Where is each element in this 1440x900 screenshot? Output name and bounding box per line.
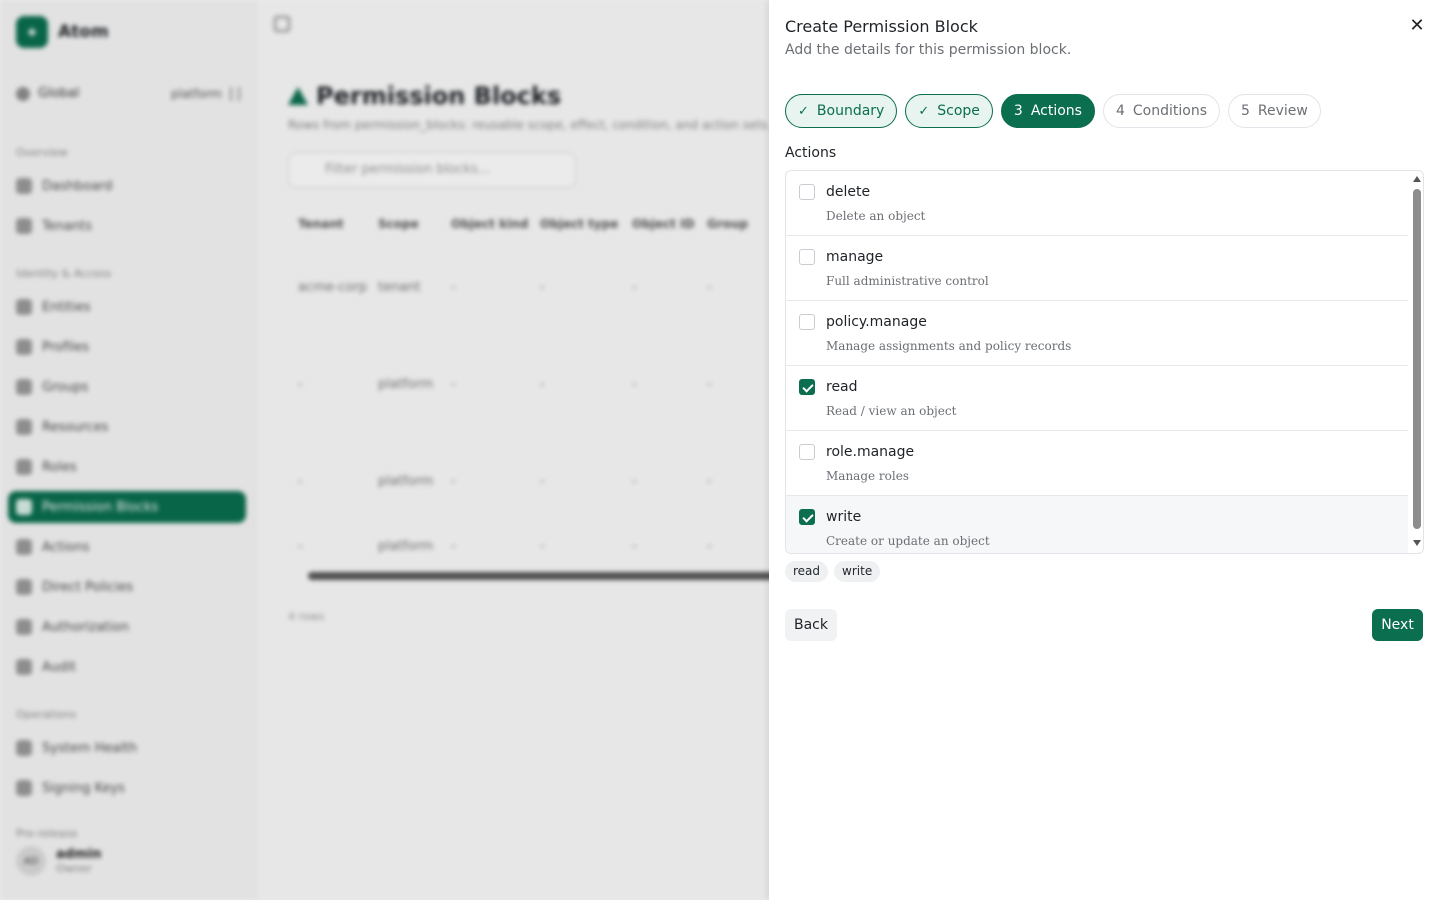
action-name: role.manage — [826, 444, 915, 460]
action-checkbox[interactable] — [799, 444, 815, 460]
action-name: write — [826, 509, 862, 525]
action-description: Manage roles — [826, 469, 909, 483]
check-icon: ✓ — [918, 103, 930, 119]
action-name: read — [826, 379, 858, 395]
action-description: Manage assignments and policy records — [826, 339, 1072, 353]
action-description: Full administrative control — [826, 274, 989, 288]
step-boundary[interactable]: ✓ Boundary — [785, 94, 898, 128]
step-number: 3 — [1013, 103, 1023, 119]
step-scope[interactable]: ✓ Scope — [905, 94, 993, 128]
action-checkbox[interactable] — [799, 314, 815, 330]
wizard-steps: ✓ Boundary ✓ Scope 3 Actions 4 Condition… — [785, 94, 1321, 128]
action-description: Create or update an object — [826, 534, 990, 548]
step-conditions[interactable]: 4 Conditions — [1102, 94, 1220, 128]
action-checkbox[interactable] — [799, 509, 815, 525]
step-number: 5 — [1241, 103, 1250, 119]
actions-scrollbar[interactable] — [1410, 171, 1423, 553]
list-item[interactable]: policy.manage Manage assignments and pol… — [786, 301, 1408, 366]
list-item[interactable]: manage Full administrative control — [786, 236, 1408, 301]
list-item[interactable]: write Create or update an object — [786, 496, 1408, 553]
list-item[interactable]: role.manage Manage roles — [786, 431, 1408, 496]
action-name: policy.manage — [826, 314, 927, 330]
scroll-up-icon[interactable] — [1413, 176, 1421, 182]
step-review[interactable]: 5 Review — [1228, 94, 1321, 128]
list-item[interactable]: read Read / view an object — [786, 366, 1408, 431]
action-description: Delete an object — [826, 209, 926, 223]
create-permission-block-drawer: Create Permission Block Add the details … — [769, 0, 1440, 900]
scrollbar-thumb[interactable] — [1413, 189, 1421, 529]
action-checkbox[interactable] — [799, 249, 815, 265]
selected-actions: read write — [785, 561, 881, 582]
actions-list: delete Delete an object manage Full admi… — [785, 170, 1424, 554]
step-actions[interactable]: 3 Actions — [1000, 94, 1095, 128]
drawer-title: Create Permission Block — [785, 17, 978, 36]
action-checkbox[interactable] — [799, 184, 815, 200]
close-icon[interactable]: ✕ — [1407, 16, 1427, 36]
scroll-down-icon[interactable] — [1413, 540, 1421, 546]
list-item[interactable]: delete Delete an object — [786, 171, 1408, 236]
step-number: 4 — [1115, 103, 1125, 119]
modal-overlay[interactable] — [0, 0, 769, 900]
action-description: Read / view an object — [826, 404, 957, 418]
drawer-subtitle: Add the details for this permission bloc… — [785, 42, 1072, 58]
next-button[interactable]: Next — [1372, 609, 1423, 641]
action-name: delete — [826, 184, 871, 200]
action-name: manage — [826, 249, 884, 265]
selected-chip: read — [785, 561, 829, 582]
action-checkbox[interactable] — [799, 379, 815, 395]
actions-label: Actions — [785, 145, 837, 161]
selected-chip: write — [834, 561, 881, 582]
check-icon: ✓ — [798, 103, 809, 119]
back-button[interactable]: Back — [785, 609, 837, 641]
